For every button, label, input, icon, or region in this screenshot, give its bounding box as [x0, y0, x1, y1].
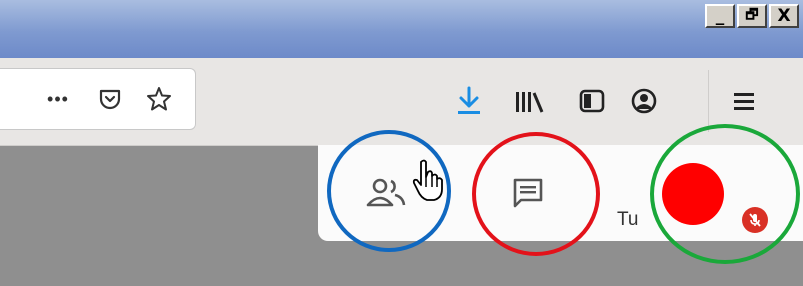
bookmark-star-icon[interactable] — [142, 83, 176, 115]
sidebar-icon[interactable] — [574, 82, 610, 120]
page-actions-icon[interactable]: ••• — [38, 83, 78, 115]
account-icon[interactable] — [626, 82, 662, 120]
page-actions-label: ••• — [47, 88, 69, 109]
restore-button[interactable]: 🗗 — [737, 4, 767, 28]
minimize-button[interactable]: _ — [705, 4, 735, 28]
toolbar-separator — [708, 70, 709, 132]
download-icon[interactable] — [452, 82, 486, 120]
chat-highlight-circle — [472, 132, 600, 256]
close-glyph: X — [777, 6, 791, 26]
close-button[interactable]: X — [769, 4, 799, 28]
pocket-icon[interactable] — [94, 83, 126, 115]
window-controls: _ 🗗 X — [705, 4, 799, 28]
self-video-highlight-circle — [650, 124, 800, 264]
restore-glyph: 🗗 — [745, 7, 759, 23]
participant-name-label: Tu — [617, 209, 639, 230]
participants-highlight-circle — [327, 130, 451, 252]
menu-icon[interactable] — [726, 82, 762, 120]
library-icon[interactable] — [510, 82, 548, 120]
window-titlebar: _ 🗗 X — [0, 0, 803, 58]
url-bar[interactable]: ••• — [0, 68, 196, 130]
minimize-glyph: _ — [715, 6, 725, 26]
